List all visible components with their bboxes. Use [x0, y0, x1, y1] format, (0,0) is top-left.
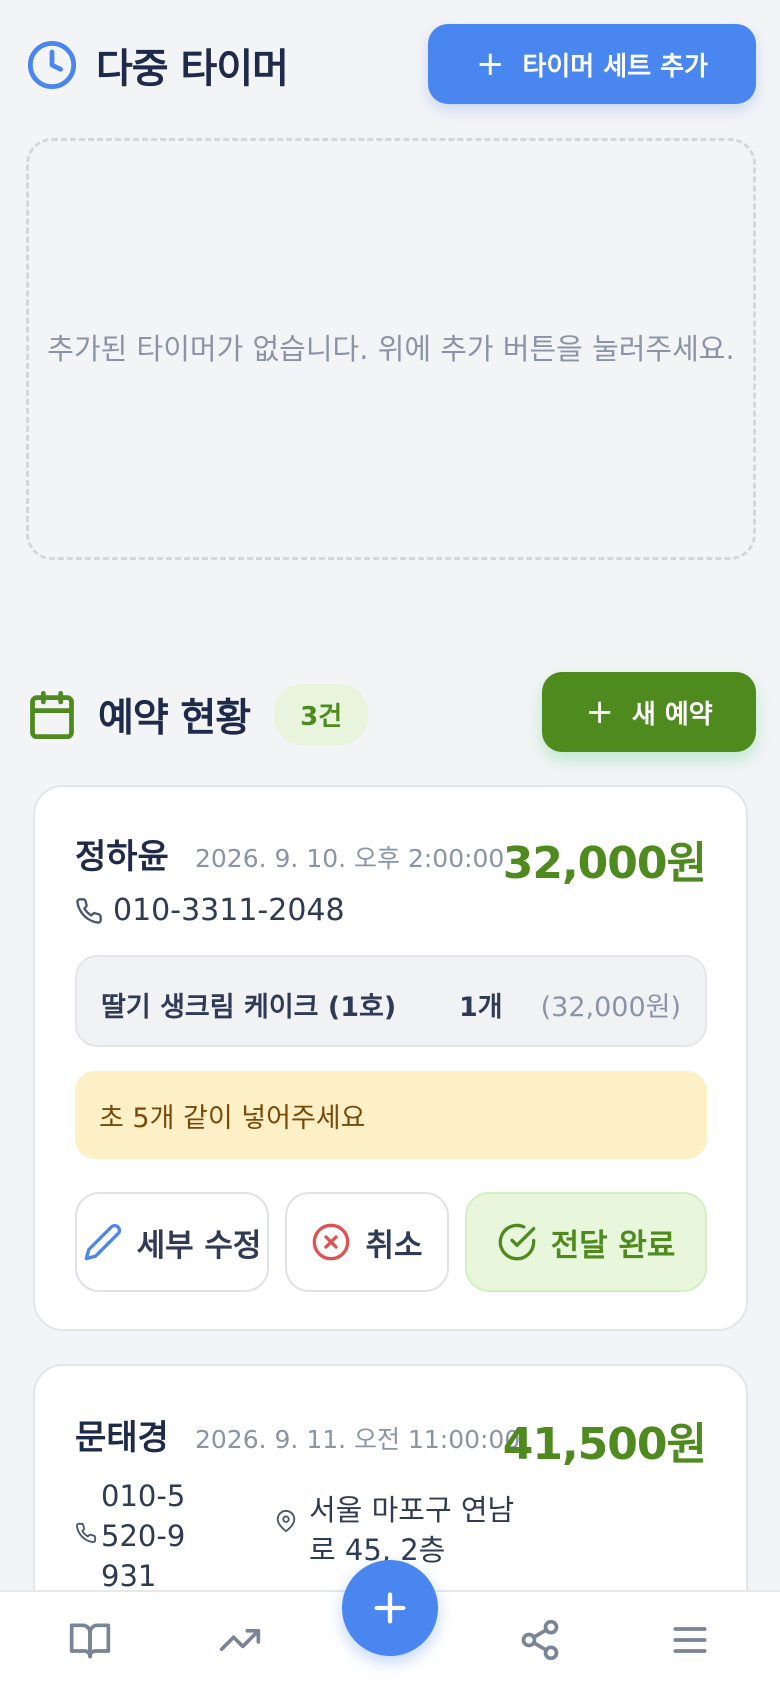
reservation-total-price: 41,500원 — [502, 1419, 707, 1470]
plus-icon: + — [475, 44, 505, 84]
check-circle-icon — [498, 1223, 535, 1261]
timer-section-header: 다중 타이머 + 타이머 세트 추가 — [26, 24, 756, 104]
new-reservation-label: 새 예약 — [631, 699, 713, 730]
map-pin-icon — [276, 1510, 296, 1532]
order-item-qty: 1개 — [459, 992, 503, 1023]
trending-up-icon[interactable] — [218, 1618, 262, 1662]
order-item-price: (32,000원) — [540, 992, 681, 1023]
plus-icon: + — [585, 692, 614, 732]
plus-icon — [374, 1592, 406, 1624]
reservation-section-title: 예약 현황 — [98, 695, 251, 741]
timers-empty-message: 추가된 타이머가 없습니다. 위에 추가 버튼을 눌러주세요. — [47, 332, 735, 366]
customer-name: 문태경 — [75, 1418, 169, 1458]
order-item: 딸기 생크림 케이크 (1호) 1개 (32,000원) — [75, 955, 707, 1047]
floating-add-button[interactable] — [342, 1560, 438, 1656]
x-circle-icon — [313, 1223, 350, 1261]
reservation-card: 정하윤 2026. 9. 10. 오후 2:00:00 32,000원 010-… — [33, 785, 748, 1331]
customer-name: 정하윤 — [75, 837, 169, 877]
menu-icon[interactable] — [668, 1618, 712, 1662]
clock-icon — [27, 40, 77, 90]
timer-section-title: 다중 타이머 — [96, 46, 289, 92]
pencil-icon — [84, 1223, 121, 1261]
reservation-title-group: 예약 현황 3건 — [26, 684, 369, 745]
mark-delivered-label: 전달 완료 — [550, 1227, 676, 1264]
add-timer-set-button[interactable]: + 타이머 세트 추가 — [428, 24, 756, 104]
phone-icon — [76, 897, 102, 924]
add-timer-set-label: 타이머 세트 추가 — [522, 51, 709, 82]
reservation-datetime: 2026. 9. 11. 오전 11:00:00 — [195, 1425, 521, 1454]
customer-phone: 010-5520-9931 — [101, 1479, 186, 1593]
reservation-datetime: 2026. 9. 10. 오후 2:00:00 — [195, 844, 505, 873]
mark-delivered-button[interactable]: 전달 완료 — [465, 1192, 707, 1292]
cancel-reservation-label: 취소 — [365, 1227, 423, 1264]
calendar-icon — [30, 690, 74, 739]
reservation-note-text: 초 5개 같이 넣어주세요 — [99, 1102, 366, 1134]
share-icon[interactable] — [518, 1618, 562, 1662]
reservation-total-price: 32,000원 — [502, 838, 707, 889]
customer-phone: 010-3311-2048 — [113, 893, 345, 928]
phone-icon — [76, 1522, 97, 1543]
edit-details-label: 세부 수정 — [136, 1227, 262, 1264]
order-item-name: 딸기 생크림 케이크 (1호) — [101, 992, 397, 1023]
reservation-note: 초 5개 같이 넣어주세요 — [75, 1071, 707, 1159]
reservation-count-badge: 3건 — [274, 684, 369, 745]
reservation-actions: 세부 수정 취소 전달 완료 — [75, 1192, 707, 1292]
timers-empty-state: 추가된 타이머가 없습니다. 위에 추가 버튼을 눌러주세요. — [26, 138, 756, 560]
reservation-section-header: 예약 현황 3건 + 새 예약 — [26, 672, 756, 754]
book-open-icon[interactable] — [68, 1618, 112, 1662]
customer-address: 서울 마포구 연남로 45, 2층 — [309, 1493, 515, 1567]
edit-details-button[interactable]: 세부 수정 — [75, 1192, 269, 1292]
new-reservation-button[interactable]: + 새 예약 — [542, 672, 756, 752]
app-page: 다중 타이머 + 타이머 세트 추가 추가된 타이머가 없습니다. 위에 추가 … — [0, 0, 780, 1688]
timer-title-group: 다중 타이머 — [26, 36, 289, 94]
cancel-reservation-button[interactable]: 취소 — [285, 1192, 449, 1292]
customer-phone-row: 010-3311-2048 — [75, 893, 345, 928]
